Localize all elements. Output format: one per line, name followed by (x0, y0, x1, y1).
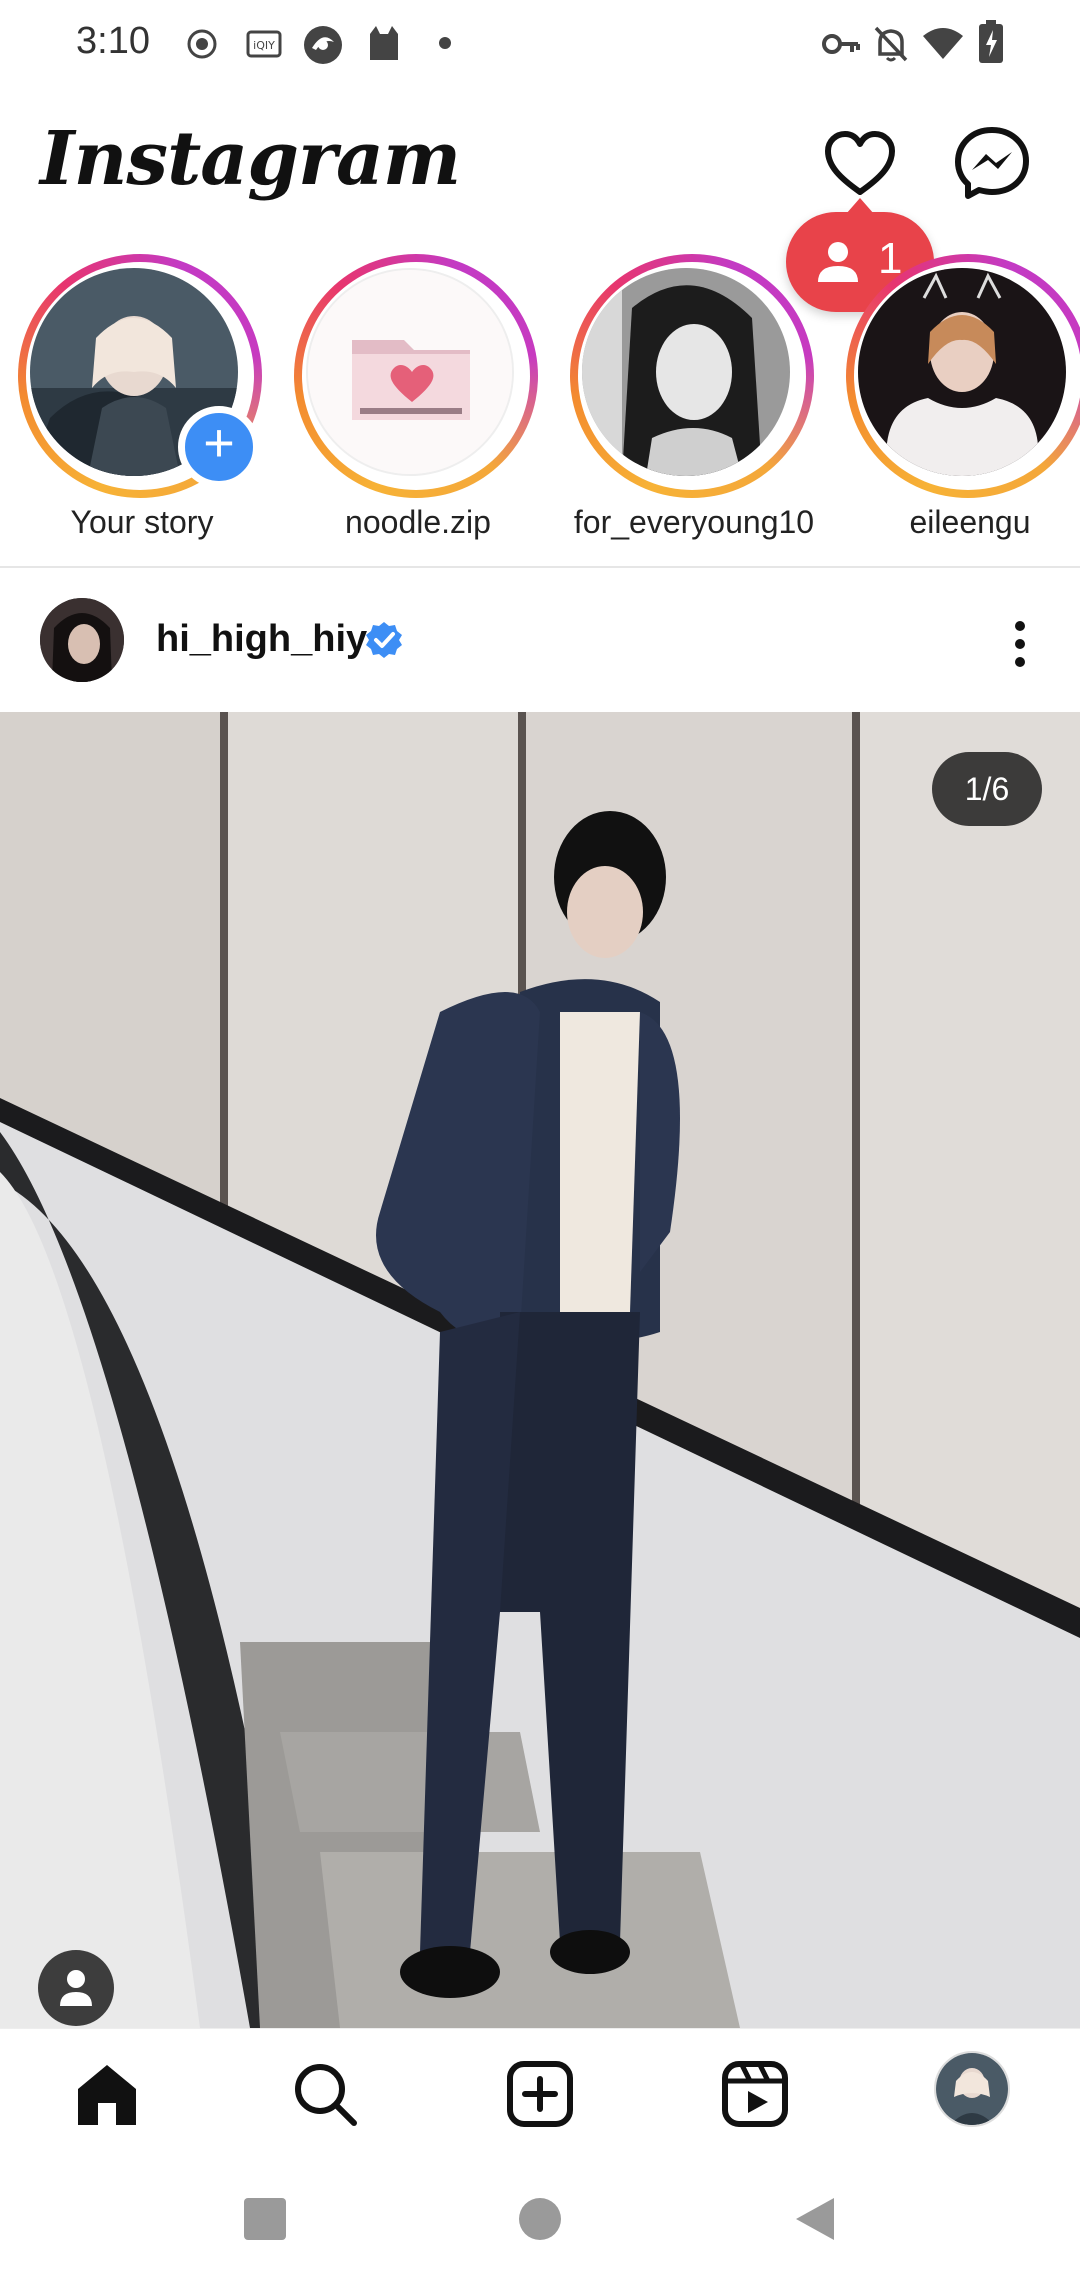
story-label: for_everyoung10 (573, 504, 815, 540)
bottom-navigation (0, 2028, 1080, 2158)
avatar (582, 268, 790, 476)
profile-avatar[interactable] (934, 2051, 1010, 2127)
heart-icon[interactable] (820, 124, 900, 204)
cat-app-icon (370, 26, 398, 60)
divider (0, 566, 1080, 568)
story-your-story[interactable]: + Your story (12, 250, 272, 550)
more-options-icon[interactable] (1000, 614, 1040, 674)
story-label: Your story (70, 504, 214, 540)
browser-icon (304, 26, 342, 64)
status-time: 3:10 (76, 20, 150, 62)
silent-bell-icon (874, 26, 908, 62)
plus-icon: + (203, 413, 235, 473)
story-label: eileengu (909, 504, 1031, 540)
tagged-people-button[interactable] (38, 1950, 114, 2026)
iqiyi-icon: iQIY (246, 30, 282, 58)
post-header: hi_high_hiy (0, 584, 1080, 708)
back-icon[interactable] (790, 2194, 840, 2244)
post-author-username[interactable]: hi_high_hiy (156, 618, 367, 661)
battery-charging-icon (979, 20, 1003, 63)
dot-icon (439, 37, 451, 49)
post-image[interactable]: 1/6 (0, 712, 1080, 2028)
wifi-icon (923, 28, 963, 59)
record-icon (187, 29, 217, 59)
story-eileengu[interactable]: eileengu (840, 250, 1080, 550)
reels-icon[interactable] (720, 2059, 790, 2129)
add-story-button[interactable]: + (178, 406, 260, 488)
stories-tray: + Your story noodle.zip for_everyoung10 … (0, 250, 1080, 550)
image-counter: 1/6 (932, 752, 1042, 826)
status-bar: 3:10 iQIY (0, 0, 1080, 90)
app-header: Instagram (0, 100, 1080, 240)
recents-icon[interactable] (240, 2194, 290, 2244)
search-icon[interactable] (290, 2059, 360, 2129)
home-icon[interactable] (72, 2059, 142, 2129)
person-icon (60, 1970, 92, 2006)
avatar (306, 268, 514, 476)
system-navigation-bar (0, 2158, 1080, 2280)
post-author-avatar[interactable] (40, 598, 124, 682)
verified-badge-icon (366, 622, 402, 658)
story-noodle-zip[interactable]: noodle.zip (288, 250, 548, 550)
post-photo (0, 712, 1080, 2028)
create-icon[interactable] (505, 2059, 575, 2129)
vpn-key-icon (822, 34, 860, 54)
messenger-icon[interactable] (952, 124, 1032, 204)
avatar (858, 268, 1066, 476)
story-label: noodle.zip (345, 504, 491, 540)
svg-text:iQIY: iQIY (253, 39, 275, 52)
home-circle-icon[interactable] (515, 2194, 565, 2244)
instagram-logo: Instagram (40, 116, 461, 202)
story-for-everyoung10[interactable]: for_everyoung10 (564, 250, 824, 550)
